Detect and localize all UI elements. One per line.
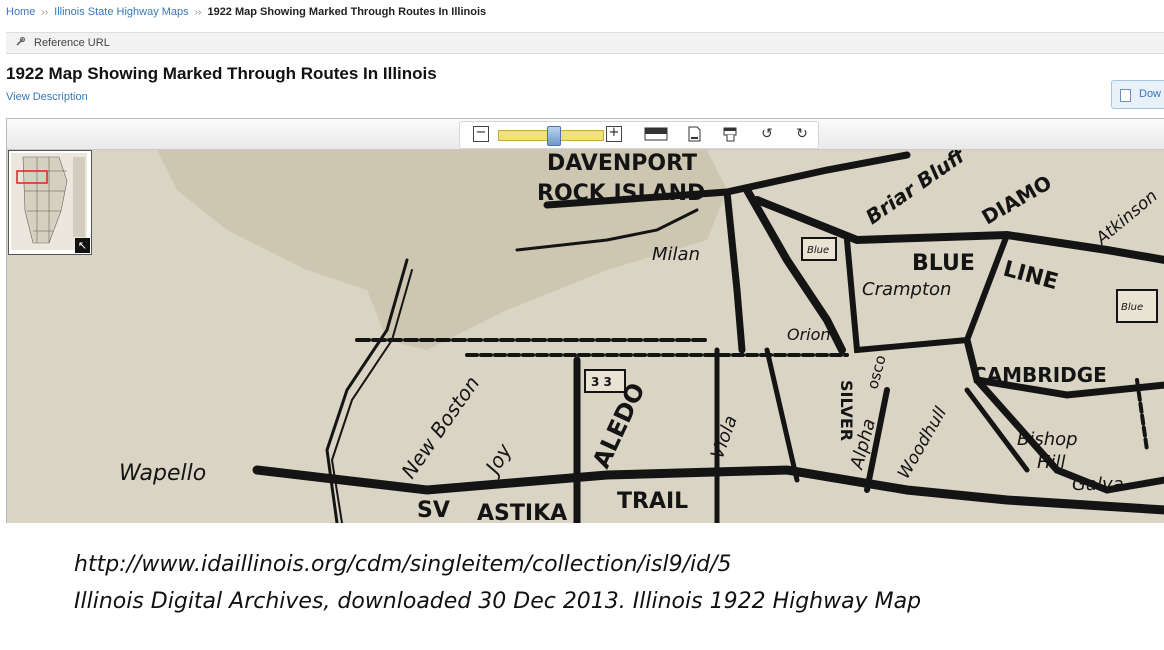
zoom-slider-handle[interactable] — [547, 126, 561, 146]
thumbnail-navigator[interactable]: ↖ — [8, 150, 92, 255]
breadcrumb-separator: ›› — [41, 7, 49, 18]
breadcrumb-separator: ›› — [194, 7, 202, 18]
zoom-slider[interactable] — [498, 126, 604, 146]
reference-url-bar[interactable]: Reference URL — [6, 32, 1164, 54]
map-image[interactable]: DAVENPORT ROCK ISLAND Milan Briar Bluff … — [7, 150, 1164, 523]
breadcrumb-current: 1922 Map Showing Marked Through Routes I… — [207, 6, 487, 18]
map-label-hill: Hill — [1037, 452, 1066, 473]
breadcrumb-collection[interactable]: Illinois State Highway Maps — [54, 6, 189, 18]
image-viewer[interactable]: − + ↺ ↻ DAVENPORT ROCK ISLAND Milan Bria… — [6, 118, 1164, 523]
breadcrumb-home[interactable]: Home — [6, 6, 35, 18]
caption-source: Illinois Digital Archives, downloaded 30… — [74, 589, 922, 614]
link-icon — [16, 36, 26, 46]
map-label-silver: SILVER — [837, 380, 856, 441]
map-blue-sign-2-label: Blue — [1121, 302, 1143, 313]
map-label-astika: ASTIKA — [477, 501, 567, 523]
caption-url: http://www.idaillinois.org/cdm/singleite… — [74, 552, 732, 577]
map-label-blue: BLUE — [912, 251, 975, 276]
map-label-davenport: DAVENPORT — [547, 151, 697, 176]
download-button-label: Dow — [1139, 88, 1162, 100]
map-label-milan: Milan — [652, 244, 700, 265]
zoom-out-icon[interactable]: − — [473, 126, 489, 142]
map-label-bishop: Bishop — [1017, 429, 1078, 450]
expand-icon[interactable]: ↖ — [75, 238, 90, 253]
download-button[interactable]: Dow — [1111, 80, 1164, 109]
thumbnail-map — [11, 153, 87, 250]
zoom-in-icon[interactable]: + — [606, 126, 622, 142]
fit-width-icon[interactable] — [722, 126, 738, 142]
map-label-galva: Galva — [1072, 474, 1124, 495]
document-icon — [1120, 89, 1131, 102]
map-label-orion: Orion — [787, 325, 831, 344]
breadcrumb: Home ›› Illinois State Highway Maps ›› 1… — [6, 6, 486, 18]
viewer-toolbar: − + ↺ ↻ — [7, 119, 1164, 150]
view-description-link[interactable]: View Description — [6, 91, 88, 103]
map-route-sign-label: 3 3 — [591, 375, 612, 389]
page-title: 1922 Map Showing Marked Through Routes I… — [6, 64, 437, 83]
viewer-controls: − + ↺ ↻ — [459, 121, 819, 149]
map-label-trail: TRAIL — [617, 489, 688, 514]
map-label-sv: SV — [417, 498, 450, 523]
map-blue-sign-label: Blue — [807, 245, 829, 256]
fit-page-icon[interactable] — [686, 126, 702, 142]
reference-url-label[interactable]: Reference URL — [34, 37, 110, 49]
rotate-right-icon[interactable]: ↻ — [794, 126, 810, 142]
map-label-crampton: Crampton — [862, 279, 951, 300]
map-label-rock-island: ROCK ISLAND — [537, 181, 705, 206]
fit-window-icon[interactable] — [644, 126, 668, 142]
rotate-left-icon[interactable]: ↺ — [759, 126, 775, 142]
map-label-cambridge: CAMBRIDGE — [972, 363, 1107, 387]
map-label-wapello: Wapello — [119, 461, 206, 486]
